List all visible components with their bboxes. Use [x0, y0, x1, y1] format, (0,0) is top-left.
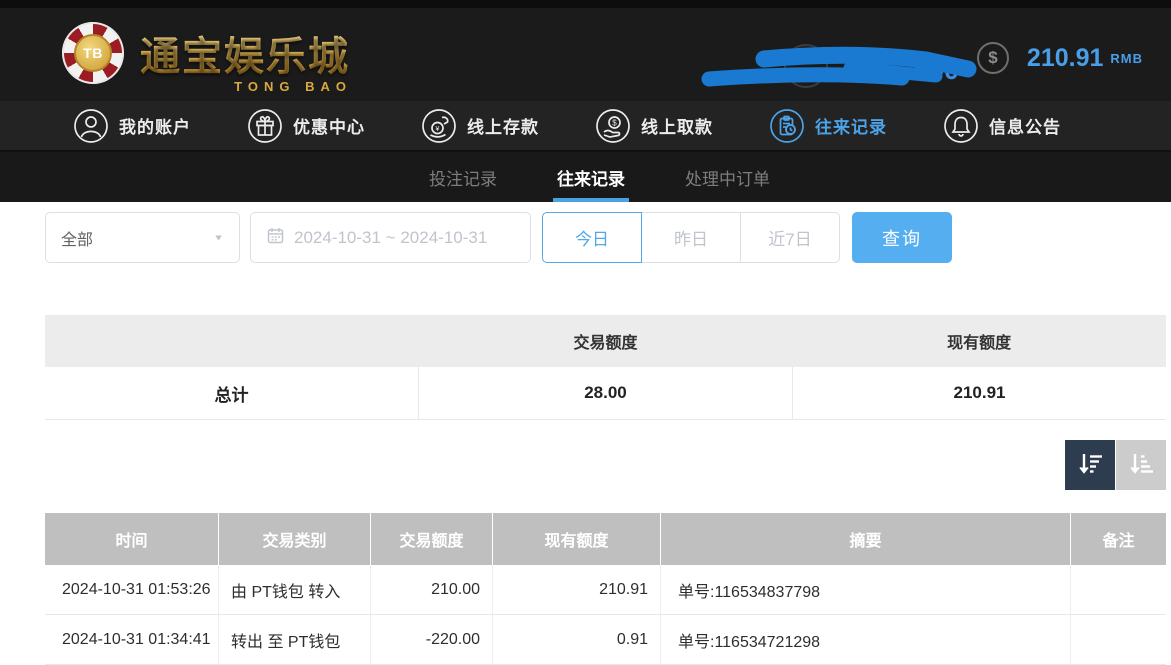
- tab-transaction-records[interactable]: 往来记录: [553, 152, 629, 202]
- cell-remark: [1070, 615, 1166, 664]
- nav-label: 优惠中心: [293, 113, 365, 138]
- summary-current-amount: 210.91: [792, 367, 1166, 419]
- col-header-amount: 交易额度: [370, 513, 492, 565]
- quick-range-group: 今日 昨日 近7日: [542, 212, 840, 263]
- cell-summary: 单号:116534837798: [660, 565, 1070, 614]
- sub-nav: 投注记录 往来记录 处理中订单: [0, 152, 1171, 202]
- summary-table: 交易额度 现有额度 总计 28.00 210.91: [45, 315, 1166, 420]
- sort-asc-icon: [1127, 450, 1155, 481]
- col-header-type: 交易类别: [218, 513, 370, 565]
- cell-amount: -220.00: [370, 615, 492, 664]
- sort-desc-icon: [1076, 450, 1104, 481]
- summary-header-trade-amount: 交易额度: [419, 315, 793, 367]
- col-header-summary: 摘要: [660, 513, 1070, 565]
- cell-balance: 0.91: [492, 615, 660, 664]
- dollar-circle-icon: $: [977, 42, 1009, 74]
- withdraw-icon: $: [595, 108, 631, 144]
- cell-type: 转出 至 PT钱包: [218, 615, 370, 664]
- records-table: 时间 交易类别 交易额度 现有额度 摘要 备注 2024-10-31 01:53…: [45, 513, 1166, 665]
- bell-icon: [943, 108, 979, 144]
- chevron-down-icon: ▼: [213, 233, 224, 243]
- date-range-input[interactable]: 2024-10-31 ~ 2024-10-31: [250, 212, 531, 263]
- brand-logo[interactable]: TB 通宝娱乐城 TONG BAO: [62, 22, 350, 84]
- balance-amount: 210.91: [1027, 44, 1103, 73]
- tab-pending-orders[interactable]: 处理中订单: [681, 152, 774, 202]
- cell-remark: [1070, 565, 1166, 614]
- sort-toolbar: [45, 440, 1166, 490]
- quick-range-today[interactable]: 今日: [542, 212, 642, 263]
- account-balance[interactable]: $ 210.91 RMB: [977, 42, 1143, 74]
- brand-name-en: TONG BAO: [234, 79, 352, 94]
- calendar-icon: [267, 227, 284, 249]
- type-select-value: 全部: [61, 226, 213, 250]
- col-header-balance: 现有额度: [492, 513, 660, 565]
- table-row: 2024-10-31 01:53:26 由 PT钱包 转入 210.00 210…: [45, 565, 1166, 615]
- username-redaction-scribble: 500: [700, 36, 1000, 98]
- sort-descending-button[interactable]: [1065, 440, 1115, 490]
- user-icon: [73, 108, 109, 144]
- poker-chip-icon: TB: [62, 22, 124, 84]
- balance-currency: RMB: [1110, 51, 1143, 66]
- brand-name-cn: 通宝娱乐城: [140, 24, 350, 82]
- nav-label: 我的账户: [119, 113, 191, 138]
- summary-header-empty: [45, 315, 419, 367]
- nav-label: 信息公告: [989, 113, 1061, 138]
- cell-time: 2024-10-31 01:53:26: [45, 565, 218, 614]
- tab-betting-records[interactable]: 投注记录: [425, 152, 501, 202]
- table-row: 2024-10-31 01:34:41 转出 至 PT钱包 -220.00 0.…: [45, 615, 1166, 665]
- svg-text:¥: ¥: [436, 126, 440, 133]
- filter-bar: 全部 ▼ 2024-10-31 ~ 2024-10-31 今日 昨日 近7日 查…: [45, 212, 1166, 263]
- type-select[interactable]: 全部 ▼: [45, 212, 240, 263]
- nav-label: 线上存款: [467, 113, 539, 138]
- nav-item-transaction-records[interactable]: 往来记录: [769, 108, 887, 144]
- header: TB 通宝娱乐城 TONG BAO 500 $ 210.91 RMB: [0, 0, 1171, 101]
- nav-item-my-account[interactable]: 我的账户: [73, 108, 191, 144]
- nav-label: 线上取款: [641, 113, 713, 138]
- nav-item-promotions[interactable]: 优惠中心: [247, 108, 365, 144]
- summary-total-row: 总计 28.00 210.91: [45, 367, 1166, 420]
- main-nav: 我的账户 优惠中心 ¥ 线上存款: [0, 101, 1171, 152]
- records-header-row: 时间 交易类别 交易额度 现有额度 摘要 备注: [45, 513, 1166, 565]
- nav-item-announcements[interactable]: 信息公告: [943, 108, 1061, 144]
- quick-range-yesterday[interactable]: 昨日: [641, 212, 741, 263]
- svg-text:$: $: [612, 118, 617, 127]
- search-button[interactable]: 查询: [852, 212, 952, 263]
- quick-range-last7days[interactable]: 近7日: [740, 212, 840, 263]
- nav-item-deposit[interactable]: ¥ 线上存款: [421, 108, 539, 144]
- nav-label: 往来记录: [815, 113, 887, 138]
- summary-header-row: 交易额度 现有额度: [45, 315, 1166, 367]
- summary-header-current-amount: 现有额度: [792, 315, 1166, 367]
- chip-label: TB: [74, 34, 112, 72]
- cell-type: 由 PT钱包 转入: [218, 565, 370, 614]
- records-icon: [769, 108, 805, 144]
- cell-balance: 210.91: [492, 565, 660, 614]
- nav-item-withdraw[interactable]: $ 线上取款: [595, 108, 713, 144]
- cell-amount: 210.00: [370, 565, 492, 614]
- date-range-value: 2024-10-31 ~ 2024-10-31: [294, 228, 487, 248]
- cell-summary: 单号:116534721298: [660, 615, 1070, 664]
- deposit-icon: ¥: [421, 108, 457, 144]
- col-header-remark: 备注: [1070, 513, 1166, 565]
- gift-icon: [247, 108, 283, 144]
- summary-total-label: 总计: [45, 367, 418, 419]
- sort-ascending-button[interactable]: [1116, 440, 1166, 490]
- cell-time: 2024-10-31 01:34:41: [45, 615, 218, 664]
- col-header-time: 时间: [45, 513, 218, 565]
- brand-text: 通宝娱乐城 TONG BAO: [140, 24, 350, 82]
- summary-trade-amount: 28.00: [418, 367, 792, 419]
- scribble-stroke: [850, 68, 936, 76]
